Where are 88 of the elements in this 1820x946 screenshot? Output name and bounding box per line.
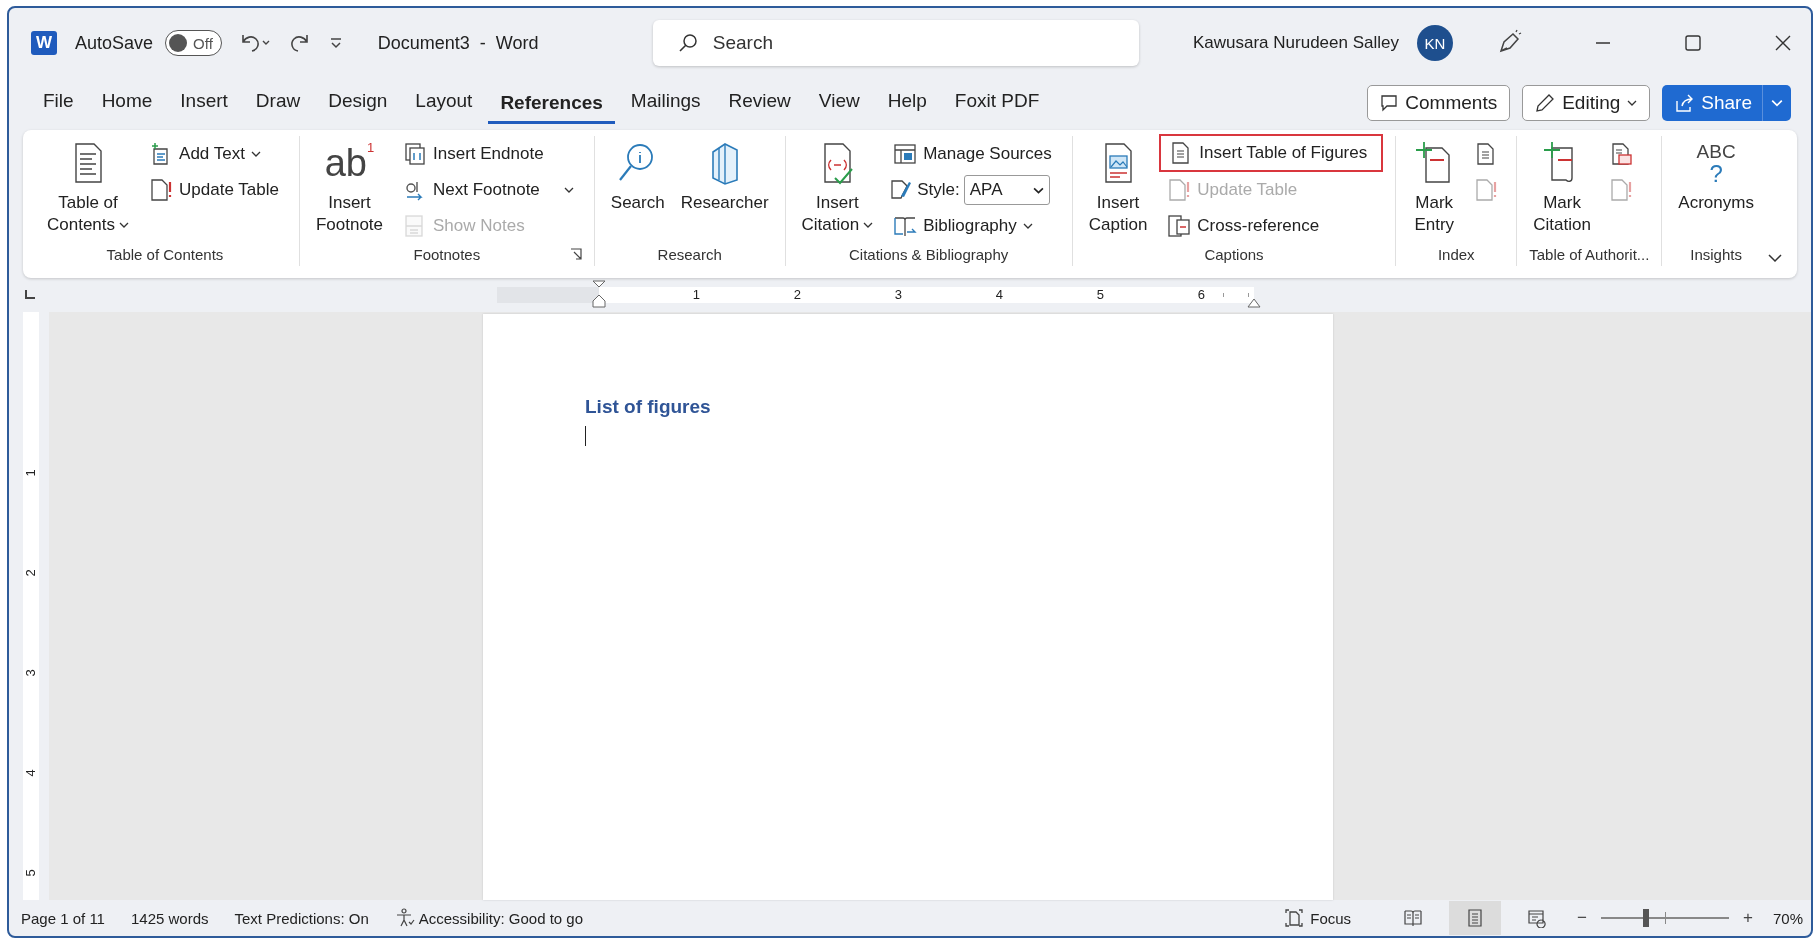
- document-heading: List of figures: [585, 396, 711, 418]
- ribbon-tab[interactable]: Mailings: [618, 82, 713, 124]
- caret-icon: [1627, 98, 1638, 108]
- comment-icon: [1380, 94, 1399, 112]
- group-label: Table of Authorit...: [1529, 245, 1650, 263]
- share-menu-caret-icon[interactable]: [1771, 97, 1783, 109]
- zoom-slider-thumb[interactable]: [1642, 909, 1649, 927]
- close-icon[interactable]: [1773, 33, 1793, 53]
- ribbon-tab[interactable]: Layout: [403, 82, 485, 124]
- pencil-icon: [1535, 93, 1556, 113]
- indent-marker-icon[interactable]: [591, 279, 607, 309]
- ruler-number: 3: [22, 669, 39, 677]
- print-layout-button[interactable]: [1449, 901, 1502, 935]
- ribbon-tab[interactable]: Insert: [168, 82, 240, 124]
- zoom-in-button[interactable]: +: [1743, 908, 1753, 928]
- ribbon-button[interactable]: ABC ? Acronyms: [1674, 136, 1758, 242]
- autosave-toggle[interactable]: Off: [165, 30, 222, 56]
- ribbon-button[interactable]: Bibliography: [885, 211, 1060, 241]
- book-icon: [1403, 908, 1424, 928]
- ribbon-icon: [1167, 214, 1192, 238]
- ribbon-tab[interactable]: Design: [316, 82, 400, 124]
- ribbon-button[interactable]: Mark Citation: [1529, 136, 1595, 242]
- ribbon-icon: [893, 142, 918, 166]
- group-label: Table of Contents: [106, 245, 224, 263]
- ribbon-tab[interactable]: Help: [875, 82, 939, 124]
- group-label: Insights: [1690, 245, 1742, 263]
- ribbon-icon: [893, 214, 918, 238]
- ribbon-icon: [1608, 178, 1633, 202]
- ribbon-tab[interactable]: Home: [89, 82, 165, 124]
- ribbon-button[interactable]: Insert Endnote: [395, 139, 582, 169]
- ruler-number: 5: [22, 869, 39, 877]
- style-label: Style:: [917, 180, 960, 200]
- ribbon-button[interactable]: Insert Table of Figures: [1159, 134, 1384, 172]
- comments-button[interactable]: Comments: [1367, 85, 1511, 121]
- ribbon-icon: ABC ?: [1696, 140, 1736, 186]
- search-field[interactable]: Search: [652, 20, 1139, 66]
- ribbon-icon: [1167, 178, 1192, 202]
- ribbon-tab[interactable]: Foxit PDF: [942, 82, 1052, 124]
- window-title: Document3 - Word: [377, 32, 539, 54]
- focus-icon: [1284, 908, 1305, 928]
- ribbon-button[interactable]: Mark Entry: [1408, 136, 1461, 242]
- ribbon-button[interactable]: Table of Contents: [43, 136, 134, 242]
- ribbon-button[interactable]: Insert Caption: [1084, 136, 1152, 242]
- group-label: Index: [1437, 245, 1475, 263]
- ruler-number: 2: [22, 569, 39, 577]
- ribbon-button[interactable]: Search: [606, 136, 669, 242]
- ribbon-icon: [149, 178, 174, 202]
- ribbon-tab[interactable]: File: [31, 82, 86, 124]
- zoom-level[interactable]: 70%: [1772, 909, 1803, 927]
- ribbon-button[interactable]: Update Table: [141, 175, 287, 205]
- ruler-number: 1: [22, 469, 39, 477]
- maximize-icon[interactable]: [1683, 33, 1703, 53]
- ribbon-button[interactable]: Add Text: [141, 139, 287, 169]
- status-text[interactable]: Text Predictions: On: [234, 909, 369, 927]
- ribbon-button[interactable]: Cross-reference: [1159, 211, 1384, 241]
- ribbon-button[interactable]: Manage Sources: [885, 139, 1060, 169]
- zoom-out-button[interactable]: −: [1577, 908, 1588, 928]
- style-dropdown[interactable]: APA: [963, 175, 1050, 205]
- ribbon-icon: [403, 142, 428, 166]
- globe-page-icon: [1527, 908, 1548, 928]
- status-text[interactable]: 1425 words: [130, 909, 209, 927]
- ruler-number: 4: [22, 769, 39, 777]
- ribbon-tab[interactable]: References: [488, 82, 615, 124]
- ribbon-tab[interactable]: View: [806, 82, 872, 124]
- focus-button[interactable]: Focus: [1284, 908, 1352, 928]
- ribbon-button[interactable]: Insert Citation: [797, 136, 878, 242]
- group-label: Research: [657, 245, 722, 263]
- ribbon-button[interactable]: Researcher: [676, 136, 773, 242]
- editing-button[interactable]: Editing: [1522, 85, 1651, 121]
- user-avatar[interactable]: KN: [1417, 25, 1453, 61]
- ribbon-tab[interactable]: Draw: [243, 82, 313, 124]
- group-label: Captions: [1204, 245, 1264, 263]
- accessibility-status[interactable]: Accessibility: Good to go: [418, 909, 583, 927]
- group-label: Footnotes: [413, 245, 481, 263]
- autosave-label: AutoSave: [75, 32, 154, 54]
- accessibility-icon: [394, 908, 415, 928]
- tab-stop-icon[interactable]: [23, 288, 37, 302]
- share-icon: [1674, 93, 1695, 113]
- brush-icon: [889, 178, 914, 202]
- user-name: Kawusara Nurudeen Salley: [1192, 33, 1399, 53]
- ribbon-tab[interactable]: Review: [716, 82, 803, 124]
- ribbon-button[interactable]: Next Footnote: [395, 175, 582, 205]
- dialog-launcher-icon[interactable]: [569, 248, 582, 260]
- ribbon-icon: [1474, 178, 1499, 202]
- group-label: Citations & Bibliography: [849, 245, 1009, 263]
- status-text[interactable]: Page 1 of 11: [21, 909, 105, 927]
- word-logo-icon: W: [31, 31, 57, 55]
- text-cursor: [585, 426, 586, 446]
